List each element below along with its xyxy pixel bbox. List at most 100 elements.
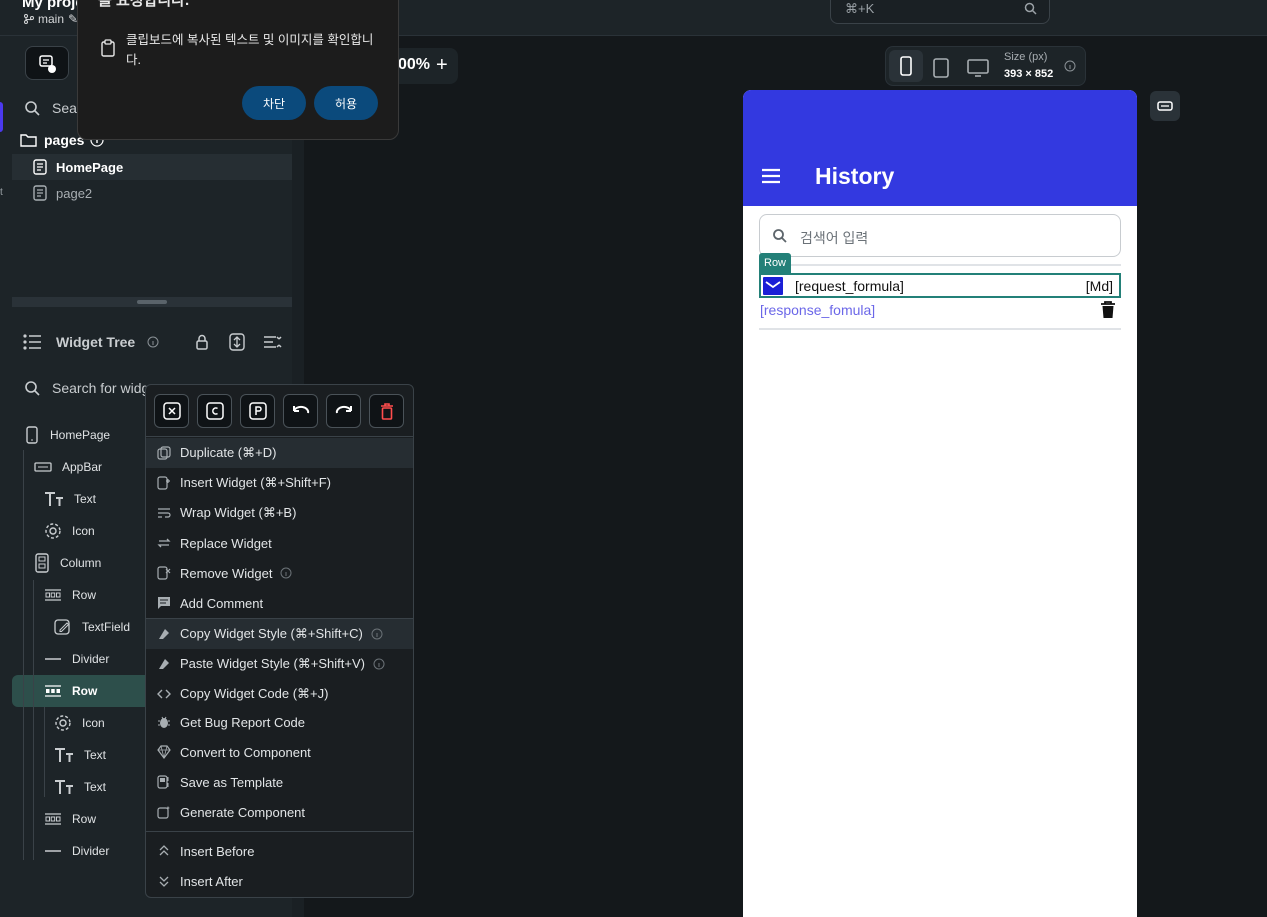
menu-item-save-as-template[interactable]: Save as Template xyxy=(146,767,413,797)
delete-button[interactable] xyxy=(369,394,404,428)
mode-toggle-button[interactable] xyxy=(25,46,69,80)
branch-indicator[interactable]: main ✎ xyxy=(24,12,78,26)
menu-item-convert-to-component[interactable]: Convert to Component xyxy=(146,737,413,767)
expand-collapse-icon[interactable] xyxy=(229,333,245,351)
tree-item-row[interactable]: Row xyxy=(44,579,96,611)
preview-appbar[interactable]: History xyxy=(743,90,1137,206)
tree-item-divider[interactable]: Divider xyxy=(44,643,109,675)
search-icon xyxy=(1024,2,1037,15)
tree-item-row[interactable]: Row xyxy=(44,803,96,835)
zoom-level[interactable]: 00% xyxy=(398,56,430,74)
gear-icon xyxy=(44,522,62,540)
menu-item-duplicate[interactable]: Duplicate (⌘+D) xyxy=(146,438,413,468)
tree-label: Icon xyxy=(82,716,105,730)
cut-button[interactable] xyxy=(154,394,189,428)
menu-item-replace-widget[interactable]: Replace Widget xyxy=(146,528,413,558)
menu-item-label: Copy Widget Style (⌘+Shift+C) xyxy=(180,626,363,641)
tree-item-text[interactable]: Text xyxy=(54,739,106,771)
allow-button[interactable]: 허용 xyxy=(314,86,378,120)
duplicate-icon xyxy=(156,445,172,461)
divider[interactable] xyxy=(759,328,1121,330)
tree-item-column[interactable]: Column xyxy=(34,547,101,579)
page-icon xyxy=(32,185,48,201)
filter-icon[interactable] xyxy=(263,334,283,350)
tree-item-textfield[interactable]: TextField xyxy=(54,611,130,643)
appbar-title[interactable]: History xyxy=(815,163,894,190)
menu-icon[interactable] xyxy=(761,168,781,184)
menu-item-copy-widget-style[interactable]: Copy Widget Style (⌘+Shift+C) xyxy=(146,619,413,649)
menu-item-generate-component[interactable]: Generate Component xyxy=(146,797,413,827)
tree-item-appbar[interactable]: AppBar xyxy=(34,451,102,483)
menu-item-insert-before[interactable]: Insert Before xyxy=(146,836,413,866)
tree-label: Column xyxy=(60,556,102,570)
menu-item-remove-widget[interactable]: Remove Widget xyxy=(146,558,413,588)
copy-button[interactable] xyxy=(197,394,232,428)
list-icon xyxy=(22,333,42,351)
tree-label: Text xyxy=(84,748,107,762)
request-text[interactable]: [request_formula] xyxy=(795,278,904,294)
tree-guide-line xyxy=(23,450,24,860)
selected-row[interactable]: [request_formula] [Md] xyxy=(759,273,1121,298)
search-icon xyxy=(24,100,40,116)
widget-tree-title: Widget Tree xyxy=(56,334,136,350)
pages-scroll-thumb[interactable] xyxy=(137,300,167,304)
mail-icon[interactable] xyxy=(763,277,783,295)
menu-item-paste-widget-style[interactable]: Paste Widget Style (⌘+Shift+V) xyxy=(146,649,413,679)
info-icon[interactable] xyxy=(373,658,385,670)
info-icon[interactable] xyxy=(371,628,383,640)
tree-item-icon[interactable]: Icon xyxy=(44,515,95,547)
redo-button[interactable] xyxy=(326,394,361,428)
tablet-icon[interactable] xyxy=(930,57,952,79)
row-icon xyxy=(44,813,62,825)
command-search[interactable]: ⌘+K xyxy=(830,0,1050,24)
trash-icon[interactable] xyxy=(1100,301,1116,319)
info-icon[interactable] xyxy=(1064,60,1076,72)
remove-widget-icon xyxy=(156,565,172,581)
menu-item-get-bug-report-code[interactable]: Get Bug Report Code xyxy=(146,707,413,737)
paste-button[interactable] xyxy=(240,394,275,428)
desktop-icon[interactable] xyxy=(966,57,990,79)
tree-item-homepage[interactable]: HomePage xyxy=(24,419,110,451)
tree-item-icon[interactable]: Icon xyxy=(54,707,105,739)
lock-icon[interactable] xyxy=(195,334,209,350)
block-button[interactable]: 차단 xyxy=(242,86,306,120)
menu-item-copy-widget-code[interactable]: Copy Widget Code (⌘+J) xyxy=(146,679,413,709)
search-textfield[interactable]: 검색어 입력 xyxy=(759,214,1121,257)
tree-item-row-selected[interactable]: Row xyxy=(44,675,97,707)
dialog-message: 클립보드에 복사된 텍스트 및 이미지를 확인합니다. xyxy=(126,33,374,67)
tree-item-divider[interactable]: Divider xyxy=(44,835,109,867)
tree-item-text[interactable]: Text xyxy=(54,771,106,803)
project-title[interactable]: My proje xyxy=(22,0,84,11)
info-icon[interactable] xyxy=(147,336,159,348)
tree-label: Divider xyxy=(72,652,110,666)
md-text[interactable]: [Md] xyxy=(1086,278,1113,294)
rail-label: t xyxy=(0,187,3,198)
undo-button[interactable] xyxy=(283,394,318,428)
replace-icon xyxy=(156,535,172,551)
size-value[interactable]: 393 × 852 xyxy=(1004,68,1053,80)
zoom-in-button[interactable]: + xyxy=(436,54,448,77)
page-item-page2[interactable]: page2 xyxy=(12,180,292,206)
phone-device-button[interactable] xyxy=(889,50,923,82)
row-icon xyxy=(44,685,62,697)
divider[interactable] xyxy=(759,264,1121,266)
menu-item-add-comment[interactable]: Add Comment xyxy=(146,588,413,618)
search-icon xyxy=(24,380,40,396)
info-icon[interactable] xyxy=(280,567,292,579)
tree-item-text[interactable]: Text xyxy=(44,483,96,515)
divider-icon xyxy=(44,845,62,857)
response-text[interactable]: [response_fomula] xyxy=(760,302,875,318)
menu-item-wrap-widget[interactable]: Wrap Widget (⌘+B) xyxy=(146,498,413,528)
bug-icon xyxy=(156,714,172,730)
page-item-homepage[interactable]: HomePage xyxy=(12,154,292,180)
menu-item-label: Convert to Component xyxy=(180,744,311,760)
comment-icon xyxy=(156,595,172,611)
clipboard-icon xyxy=(100,39,116,57)
menu-item-insert-widget[interactable]: Insert Widget (⌘+Shift+F) xyxy=(146,468,413,498)
insert-widget-icon xyxy=(156,475,172,491)
chevron-down-icon xyxy=(156,873,172,889)
page-label: page2 xyxy=(56,185,93,201)
toolbar-toggle-button[interactable] xyxy=(1150,91,1180,121)
widget-search-input[interactable]: Search for widg xyxy=(52,380,149,396)
menu-item-insert-after[interactable]: Insert After xyxy=(146,866,413,896)
